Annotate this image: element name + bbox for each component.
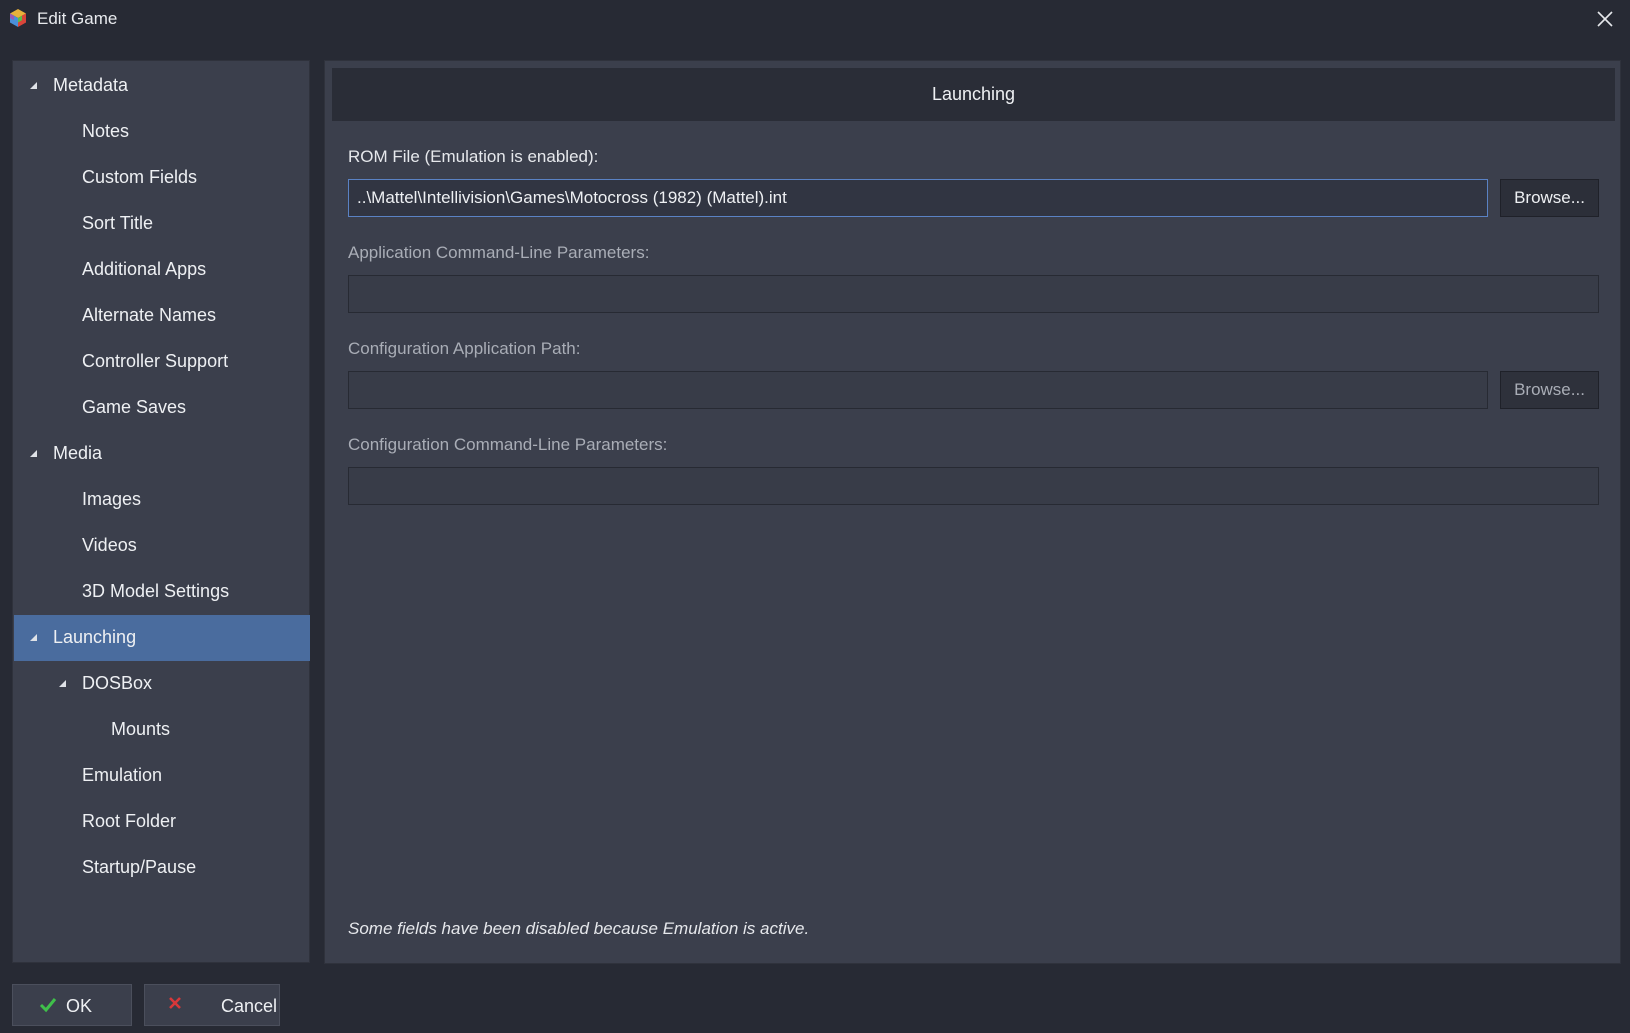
sidebar-item-label: DOSBox: [82, 673, 153, 693]
sidebar-item-label: Custom Fields: [82, 167, 198, 187]
checkmark-icon: [39, 998, 57, 1013]
cancel-label: Cancel: [221, 996, 278, 1016]
sidebar-item-controller-support[interactable]: Controller Support: [14, 339, 310, 385]
config-app-path-input[interactable]: [348, 371, 1488, 409]
sidebar-item-label: Mounts: [111, 719, 171, 739]
sidebar-item-custom-fields[interactable]: Custom Fields: [14, 155, 310, 201]
ok-button[interactable]: OK: [12, 984, 132, 1026]
expanded-arrow-icon[interactable]: [30, 82, 37, 89]
app-params-input[interactable]: [348, 275, 1599, 313]
sidebar-item-label: Media: [53, 443, 103, 463]
sidebar-item-alternate-names[interactable]: Alternate Names: [14, 293, 310, 339]
sidebar-item-videos[interactable]: Videos: [14, 523, 310, 569]
sidebar-item-label: Additional Apps: [82, 259, 207, 279]
sidebar-item-label: Metadata: [53, 75, 129, 95]
close-icon: [1597, 11, 1613, 27]
sidebar-item-root-folder[interactable]: Root Folder: [14, 799, 310, 845]
sidebar-item-images[interactable]: Images: [14, 477, 310, 523]
emulation-notice: Some fields have been disabled because E…: [348, 919, 810, 938]
section-header: Launching: [332, 68, 1615, 121]
sidebar-item-emulation[interactable]: Emulation: [14, 753, 310, 799]
sidebar-item-label: 3D Model Settings: [82, 581, 230, 601]
edit-game-window: Edit Game Metadata Notes Custom Fields S…: [0, 0, 1630, 1033]
sidebar-item-notes[interactable]: Notes: [14, 109, 310, 155]
sidebar-item-game-saves[interactable]: Game Saves: [14, 385, 310, 431]
sidebar-item-label: Videos: [82, 535, 137, 555]
ok-label: OK: [66, 996, 93, 1016]
section-title: Launching: [931, 84, 1016, 104]
sidebar-item-label: Root Folder: [82, 811, 177, 831]
expanded-arrow-icon[interactable]: [59, 680, 66, 687]
title-bar: Edit Game: [0, 0, 1630, 38]
window-title: Edit Game: [37, 9, 118, 28]
sidebar-item-metadata[interactable]: Metadata: [14, 63, 310, 109]
sidebar-tree: Metadata Notes Custom Fields Sort Title …: [12, 60, 310, 963]
sidebar-item-startup-pause[interactable]: Startup/Pause: [14, 845, 310, 891]
launchbox-app-icon: [10, 9, 26, 27]
app-params-label: Application Command-Line Parameters:: [348, 243, 650, 262]
sidebar-item-label: Launching: [53, 627, 137, 647]
launching-panel: Launching ROM File (Emulation is enabled…: [324, 60, 1621, 964]
sidebar-item-label: Controller Support: [82, 351, 229, 371]
config-app-path-label: Configuration Application Path:: [348, 339, 581, 358]
sidebar-item-label: Startup/Pause: [82, 857, 197, 877]
sidebar-item-dosbox[interactable]: DOSBox: [14, 661, 310, 707]
rom-file-browse-button[interactable]: Browse...: [1500, 179, 1599, 217]
expanded-arrow-icon[interactable]: [30, 450, 37, 457]
sidebar-item-launching[interactable]: Launching: [14, 615, 310, 661]
sidebar-item-label: Sort Title: [82, 213, 154, 233]
config-params-input[interactable]: [348, 467, 1599, 505]
sidebar-item-label: Game Saves: [82, 397, 187, 417]
cancel-button[interactable]: Cancel: [144, 984, 280, 1026]
sidebar-item-media[interactable]: Media: [14, 431, 310, 477]
rom-file-input[interactable]: ..\Mattel\Intellivision\Games\Motocross …: [348, 179, 1488, 217]
sidebar-item-label: Images: [82, 489, 142, 509]
sidebar-item-additional-apps[interactable]: Additional Apps: [14, 247, 310, 293]
cancel-x-icon: [169, 997, 181, 1009]
sidebar-item-label: Alternate Names: [82, 305, 217, 325]
sidebar-item-label: Notes: [82, 121, 130, 141]
sidebar-item-sort-title[interactable]: Sort Title: [14, 201, 310, 247]
sidebar-item-mounts[interactable]: Mounts: [14, 707, 310, 753]
rom-file-label: ROM File (Emulation is enabled):: [348, 147, 599, 166]
sidebar-item-label: Emulation: [82, 765, 163, 785]
config-app-path-browse-button[interactable]: Browse...: [1500, 371, 1599, 409]
close-button[interactable]: [1592, 6, 1618, 32]
config-params-label: Configuration Command-Line Parameters:: [348, 435, 668, 454]
sidebar-item-3d-model-settings[interactable]: 3D Model Settings: [14, 569, 310, 615]
expanded-arrow-icon[interactable]: [30, 634, 37, 641]
